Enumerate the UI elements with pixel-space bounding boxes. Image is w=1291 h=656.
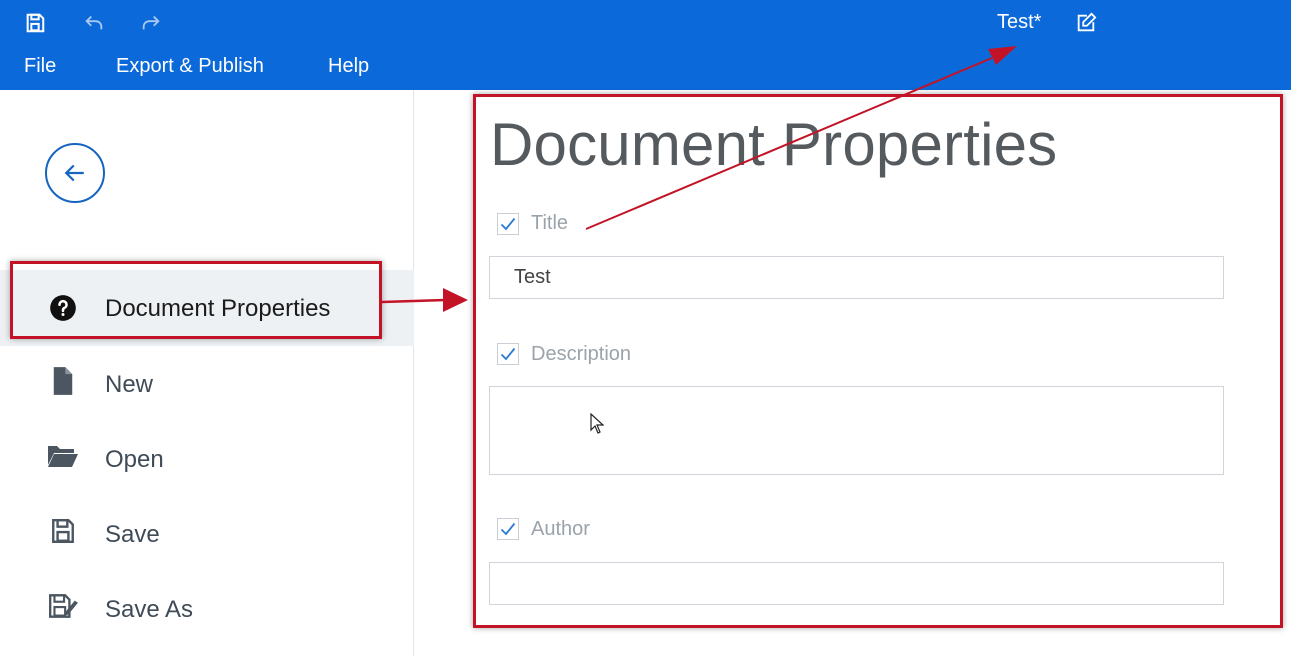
author-label: Author — [531, 518, 590, 540]
sidebar-item-save[interactable]: Save — [0, 503, 414, 563]
edit-title-icon[interactable] — [1073, 10, 1099, 36]
sidebar-item-open[interactable]: Open — [0, 428, 414, 488]
backstage-sidebar: Document Properties New Open Save Save A… — [0, 90, 414, 656]
folder-open-icon — [47, 440, 79, 472]
title-label: Title — [531, 212, 569, 234]
description-checkbox[interactable] — [497, 343, 519, 365]
menu-export-publish[interactable]: Export & Publish — [116, 55, 264, 78]
redo-icon[interactable] — [138, 10, 164, 36]
sidebar-item-label: Document Properties — [105, 295, 331, 322]
save-icon[interactable] — [22, 10, 48, 36]
title-checkbox[interactable] — [497, 213, 519, 235]
back-button[interactable] — [45, 143, 105, 203]
sidebar-item-save-as[interactable]: Save As — [0, 578, 414, 638]
undo-icon[interactable] — [81, 10, 107, 36]
check-icon — [500, 347, 516, 361]
sidebar-item-label: New — [105, 371, 154, 398]
question-circle-icon — [47, 292, 79, 324]
sidebar-item-new[interactable]: New — [0, 353, 414, 413]
title-input[interactable] — [489, 256, 1224, 299]
menu-help[interactable]: Help — [328, 55, 369, 78]
description-label: Description — [531, 343, 632, 365]
sidebar-item-label: Save As — [105, 596, 194, 623]
page-title: Document Properties — [490, 111, 1058, 178]
author-checkbox[interactable] — [497, 518, 519, 540]
check-icon — [500, 217, 516, 231]
mouse-cursor-icon — [590, 413, 604, 434]
document-properties-panel: Document Properties Title Description Au… — [415, 90, 1291, 656]
sidebar-item-label: Save — [105, 521, 160, 548]
top-bar: Test* File Export & Publish Help — [0, 0, 1291, 90]
sidebar-item-document-properties[interactable]: Document Properties — [0, 278, 414, 338]
menu-file[interactable]: File — [24, 55, 56, 78]
author-input[interactable] — [489, 562, 1224, 605]
arrow-left-icon — [64, 164, 84, 182]
save-as-icon — [47, 590, 79, 622]
file-icon — [47, 365, 79, 397]
check-icon — [500, 522, 516, 536]
document-title: Test* — [997, 11, 1042, 33]
save-icon — [47, 515, 79, 547]
sidebar-item-label: Open — [105, 446, 164, 473]
